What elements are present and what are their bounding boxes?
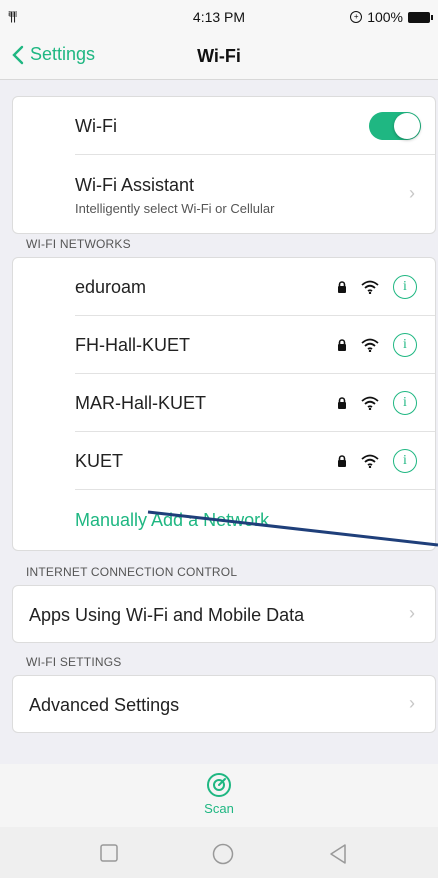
section-header-networks: WI-FI NETWORKS: [26, 237, 131, 251]
toggle-knob: [394, 113, 420, 139]
network-row[interactable]: eduroam i: [13, 258, 435, 316]
lock-icon: [338, 397, 346, 409]
nav-bar: Settings Wi-Fi: [0, 34, 438, 80]
network-name: MAR-Hall-KUET: [75, 392, 207, 413]
info-icon[interactable]: i: [393, 333, 417, 357]
network-row[interactable]: FH-Hall-KUET i: [13, 316, 435, 374]
apps-card: Apps Using Wi-Fi and Mobile Data ›: [12, 585, 436, 643]
info-icon[interactable]: i: [393, 275, 417, 299]
wifi-assistant-subtitle: Intelligently select Wi-Fi or Cellular: [75, 200, 275, 216]
system-nav-bar: [0, 827, 438, 878]
alarm-icon: +: [350, 11, 363, 23]
wifi-card: Wi-Fi Wi-Fi Assistant Intelligently sele…: [12, 96, 436, 234]
apps-using-wifi-row[interactable]: Apps Using Wi-Fi and Mobile Data ›: [13, 586, 435, 642]
advanced-settings-label: Advanced Settings: [29, 694, 180, 715]
section-header-internet-connection-control: INTERNET CONNECTION CONTROL: [26, 565, 238, 579]
wifi-signal-icon: [361, 396, 379, 410]
info-icon[interactable]: i: [393, 449, 417, 473]
network-row[interactable]: KUET i: [13, 432, 435, 490]
network-name: KUET: [75, 450, 124, 471]
wifi-label: Wi-Fi: [75, 115, 117, 136]
network-status: i: [337, 391, 417, 415]
network-status: i: [337, 449, 417, 473]
scan-button[interactable]: Scan: [0, 772, 438, 816]
wifi-assistant-row[interactable]: Wi-Fi Assistant Intelligently select Wi-…: [13, 155, 435, 233]
wifi-toggle[interactable]: [369, 112, 421, 140]
wifi-signal-icon: [361, 338, 379, 352]
chevron-right-icon: ›: [409, 183, 415, 203]
recent-apps-button[interactable]: [99, 843, 119, 863]
bottom-bar: Scan: [0, 764, 438, 878]
battery-icon: [408, 11, 433, 23]
battery-percent: 100%: [367, 9, 403, 25]
lock-icon: [338, 281, 346, 293]
manual-add-network-row[interactable]: Manually Add a Network: [13, 490, 435, 550]
network-name: eduroam: [75, 276, 147, 297]
back-label: Settings: [30, 44, 96, 64]
wifi-toggle-row[interactable]: Wi-Fi: [13, 97, 435, 155]
scan-label: Scan: [204, 801, 234, 816]
networks-card: eduroam i FH-Hall-KUET i MAR-Hall-KUET i…: [12, 257, 436, 551]
network-status: i: [337, 333, 417, 357]
apps-using-wifi-label: Apps Using Wi-Fi and Mobile Data: [29, 604, 305, 625]
advanced-settings-row[interactable]: Advanced Settings ›: [13, 676, 435, 732]
info-icon[interactable]: i: [393, 391, 417, 415]
network-row[interactable]: MAR-Hall-KUET i: [13, 374, 435, 432]
back-button[interactable]: Settings: [12, 44, 95, 65]
network-name: FH-Hall-KUET: [75, 334, 190, 355]
wifi-assistant-title: Wi-Fi Assistant: [75, 174, 195, 195]
advanced-card: Advanced Settings ›: [12, 675, 436, 733]
lock-icon: [338, 455, 346, 467]
network-status: i: [337, 275, 417, 299]
status-bar: ⁱˡ|ˡ|ˡ 4:13 PM + 100%: [0, 0, 438, 34]
wifi-signal-icon: [361, 454, 379, 468]
wifi-signal-icon: [361, 280, 379, 294]
scan-icon: [207, 773, 231, 797]
chevron-right-icon: ›: [409, 693, 415, 713]
battery-indicator: + 100%: [350, 9, 433, 25]
back-nav-button[interactable]: [328, 843, 348, 865]
manual-add-network-label: Manually Add a Network: [75, 509, 270, 530]
chevron-right-icon: ›: [409, 603, 415, 623]
chevron-left-icon: [12, 45, 24, 64]
section-header-wifi-settings: WI-FI SETTINGS: [26, 655, 122, 669]
lock-icon: [338, 339, 346, 351]
home-button[interactable]: [212, 843, 234, 865]
